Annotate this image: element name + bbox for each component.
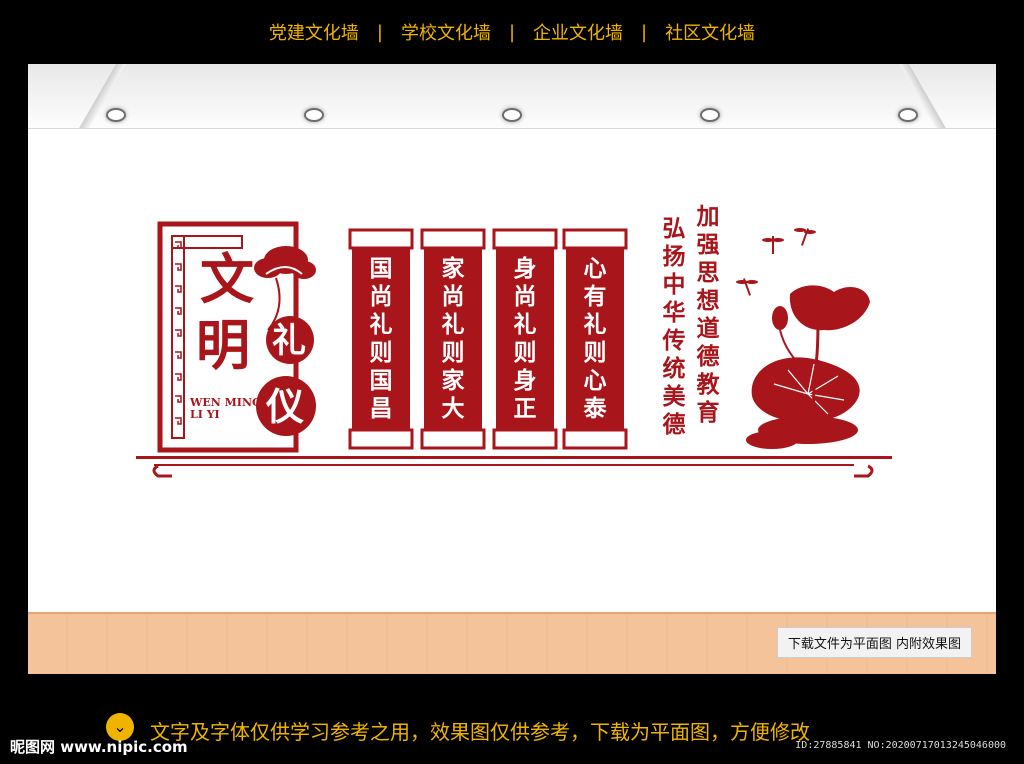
title-panel: 文 明 礼 仪 WEN MING LI YI	[157, 221, 316, 453]
slogan-group: 弘扬中华传统美德加强思想道德教育	[662, 204, 721, 438]
slogan-column: 弘扬中华传统美德	[662, 216, 686, 438]
scroll-banner: 国尚礼则国昌	[348, 228, 414, 450]
slogan-column: 加强思想道德教育	[696, 204, 721, 426]
scroll-cap-bottom	[348, 428, 414, 450]
fret-border	[171, 235, 185, 439]
scroll-banner: 心有礼则心泰	[562, 228, 628, 450]
base-scroll-ornament	[854, 464, 874, 478]
fret-pattern	[175, 241, 182, 425]
scroll-cap-bottom	[420, 428, 486, 450]
download-note: 下载文件为平面图 内附效果图	[776, 627, 972, 658]
pinyin-line-2: LI YI	[190, 408, 220, 421]
room-mockup: 文 明 礼 仪 WEN MING LI YI 国尚礼则国昌 家尚礼则家大 身尚礼则身…	[28, 64, 996, 674]
top-nav: 党建文化墙 | 学校文化墙 | 企业文化墙 | 社区文化墙	[0, 0, 1024, 64]
dragonfly-icon	[736, 278, 758, 296]
scroll-banner: 家尚礼则家大	[420, 228, 486, 450]
scroll-cap-top	[420, 228, 486, 250]
wall-base-line-2	[154, 464, 854, 466]
nav-item-community[interactable]: 社区文化墙	[647, 19, 773, 45]
nav-item-party[interactable]: 党建文化墙	[251, 19, 377, 45]
circle-char-1: 礼	[272, 321, 306, 361]
scroll-group: 国尚礼则国昌家尚礼则家大身尚礼则身正心有礼则心泰	[348, 228, 628, 450]
scroll-cap-top	[562, 228, 628, 250]
circle-char-2: 仪	[265, 384, 304, 429]
nav-item-school[interactable]: 学校文化墙	[383, 19, 509, 45]
nav-item-enterprise[interactable]: 企业文化墙	[515, 19, 641, 45]
scroll-cap-top	[492, 228, 558, 250]
scroll-banner: 身尚礼则身正	[492, 228, 558, 450]
base-scroll-ornament	[152, 464, 172, 478]
footer-notice: 文字及字体仅供学习参考之用，效果图仅供参考，下载为平面图，方便修改	[150, 720, 810, 744]
dragonfly-icon	[762, 236, 784, 254]
image-id: ID:27885841 NO:20200717013245046000	[795, 740, 1006, 751]
scroll-cap-top	[348, 228, 414, 250]
wall-base-line	[136, 456, 892, 459]
title-char-1: 文	[200, 247, 254, 311]
lotus-illustration	[736, 228, 870, 449]
scroll-cap-bottom	[492, 428, 558, 450]
dragonfly-icon	[794, 228, 816, 246]
site-logo[interactable]: 昵图网 www.nipic.com	[10, 736, 188, 757]
culture-wall: 文 明 礼 仪 WEN MING LI YI 国尚礼则国昌家尚礼则家大身尚礼则身…	[136, 204, 892, 478]
scroll-cap-bottom	[562, 428, 628, 450]
title-char-2: 明	[196, 313, 250, 377]
